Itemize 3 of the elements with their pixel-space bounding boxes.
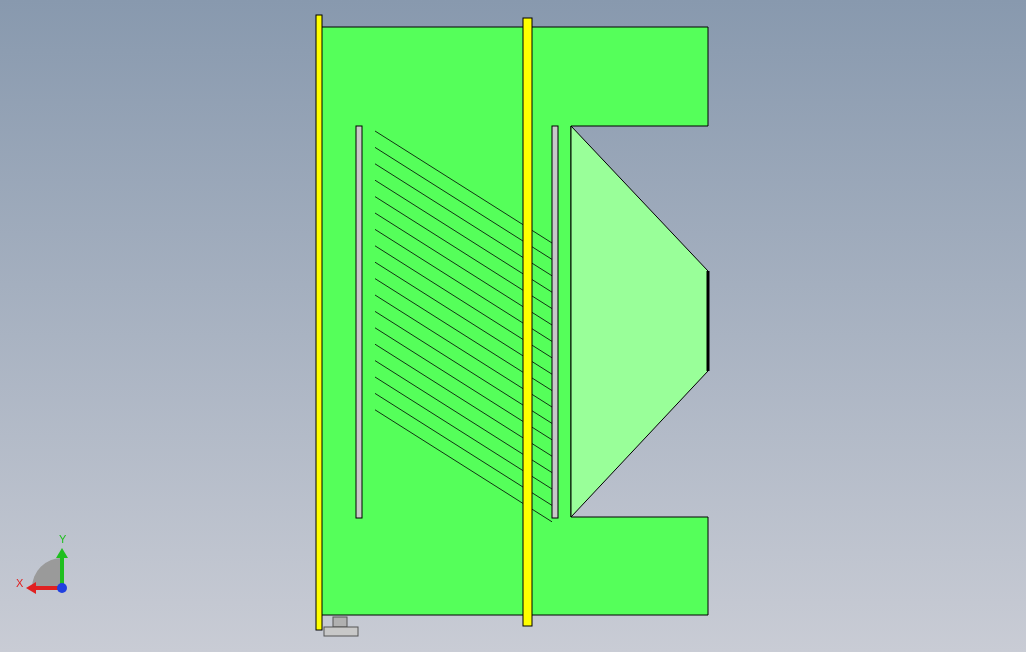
y-axis-label: Y <box>59 533 67 545</box>
x-axis-label: X <box>16 577 24 589</box>
axis-triad-icon <box>26 548 68 594</box>
